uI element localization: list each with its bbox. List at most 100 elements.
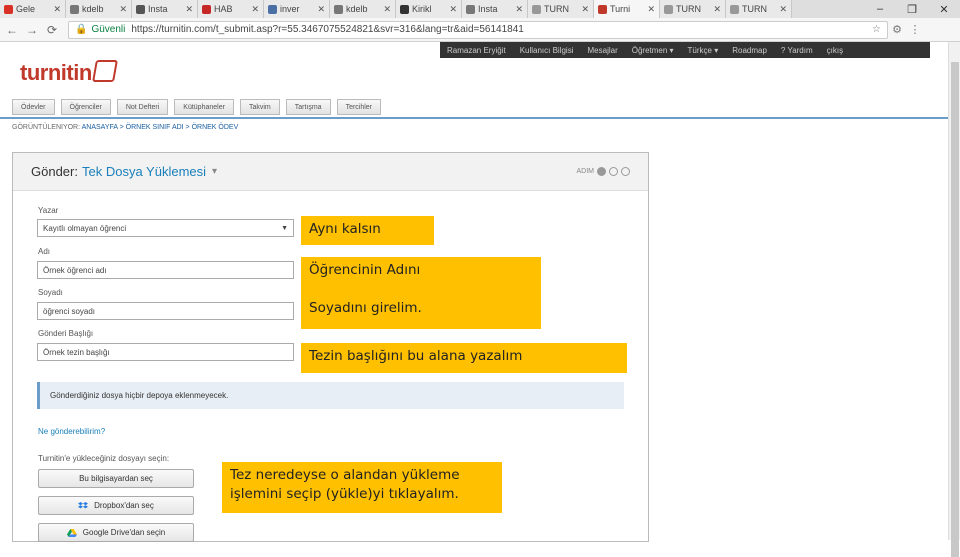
close-icon[interactable]: ✕ (928, 0, 960, 18)
browser-tab[interactable]: TURN ✕ (528, 0, 594, 18)
choose-from-computer-label: Bu bilgisayardan seç (79, 474, 153, 483)
chevron-down-icon: ▼ (281, 224, 288, 232)
author-label: Yazar (38, 206, 59, 215)
subject-label: Gönderi Başlığı (38, 329, 94, 338)
tab-close-icon[interactable]: ✕ (515, 4, 523, 15)
what-can-submit-link[interactable]: Ne gönderebilirim? (38, 427, 105, 436)
tab-favicon-icon (4, 4, 13, 14)
browser-tab[interactable]: kdelb ✕ (66, 0, 132, 18)
browser-tab[interactable]: TURN ✕ (726, 0, 792, 18)
subnav-tab[interactable]: Öğrenciler (60, 99, 111, 115)
browser-tab[interactable]: Turni ✕ (594, 0, 660, 18)
topnav-item[interactable]: ? Yardım (774, 46, 820, 55)
maximize-icon[interactable]: ❐ (896, 0, 928, 18)
lock-icon: 🔒 (75, 24, 88, 35)
scrollbar-thumb[interactable] (951, 62, 959, 557)
subnav-tab[interactable]: Ödevler (12, 99, 55, 115)
browser-tab[interactable]: Gele ✕ (0, 0, 66, 18)
author-select[interactable]: Kayıtlı olmayan öğrenci ▼ (37, 219, 294, 237)
tab-favicon-icon (202, 4, 211, 14)
panel-title-prefix: Gönder: (31, 164, 78, 179)
tab-title: Turni (610, 4, 631, 14)
topnav-item[interactable]: Mesajlar (581, 46, 625, 55)
title-dropdown-icon[interactable]: ▾ (212, 166, 217, 177)
topnav-item[interactable]: Öğretmen ▾ (625, 46, 681, 55)
tab-close-icon[interactable]: ✕ (449, 4, 457, 15)
dropbox-icon (78, 501, 89, 508)
breadcrumb-path[interactable]: ANASAYFA > ÖRNEK SINIF ADI > ÖRNEK ÖDEV (82, 124, 239, 131)
subnav-tab[interactable]: Tartışma (285, 99, 331, 115)
choose-from-dropbox-button[interactable]: Dropbox'dan seç (38, 496, 194, 515)
tab-favicon-icon (598, 4, 607, 14)
author-value: Kayıtlı olmayan öğrenci (43, 223, 127, 233)
logo-text: turnitin (20, 60, 92, 85)
panel-title[interactable]: Tek Dosya Yüklemesi (82, 164, 206, 179)
last-name-label: Soyadı (38, 288, 63, 297)
upload-label: Turnitin'e yükleceğiniz dosyayı seçin: (38, 454, 170, 463)
tab-favicon-icon (136, 4, 145, 14)
tab-title: HAB (214, 4, 233, 14)
note-student-name: Öğrencinin Adını Soyadını girelim. (301, 257, 541, 329)
window-controls: – ❐ ✕ (864, 0, 960, 18)
topnav-item[interactable]: çıkış (820, 46, 850, 55)
back-icon[interactable]: ← (4, 23, 20, 37)
last-name-field[interactable]: öğrenci soyadı (37, 302, 294, 320)
note-name-line2: Soyadını girelim. (309, 299, 422, 316)
tab-title: inver (280, 4, 300, 14)
tab-close-icon[interactable]: ✕ (581, 4, 589, 15)
note-upload: Tez neredeyse o alandan yükleme işlemini… (222, 462, 502, 513)
browser-tab[interactable]: inver ✕ (264, 0, 330, 18)
subnav-tab[interactable]: Not Defteri (116, 99, 169, 115)
tab-favicon-icon (400, 4, 409, 14)
site-top-nav: Ramazan Eryiğit Kullanıcı Bilgisi Mesajlar… (440, 42, 930, 58)
subject-field[interactable]: Örnek tezin başlığı (37, 343, 294, 361)
tab-close-icon[interactable]: ✕ (713, 4, 721, 15)
tab-close-icon[interactable]: ✕ (383, 4, 391, 15)
subnav-tab[interactable]: Tercihler (336, 99, 382, 115)
turnitin-logo[interactable]: turnitin (20, 60, 118, 86)
panel-header: Gönder: Tek Dosya Yüklemesi ▾ (13, 153, 648, 191)
tab-title: TURN (676, 4, 701, 14)
tab-title: TURN (544, 4, 569, 14)
forward-icon[interactable]: → (24, 23, 40, 37)
breadcrumb: GÖRÜNTÜLENIYOR: ANASAYFA > ÖRNEK SINIF A… (12, 124, 238, 131)
extension-icon[interactable]: ⚙ (888, 23, 906, 36)
repository-info: Gönderdiğiniz dosya hiçbir depoya eklenm… (37, 382, 624, 409)
tab-close-icon[interactable]: ✕ (185, 4, 193, 15)
tab-close-icon[interactable]: ✕ (251, 4, 259, 15)
browser-tab[interactable]: HAB ✕ (198, 0, 264, 18)
subnav-tab[interactable]: Kütüphaneler (174, 99, 234, 115)
browser-tab[interactable]: kdelb ✕ (330, 0, 396, 18)
subnav-tab[interactable]: Takvim (239, 99, 280, 115)
minimize-icon[interactable]: – (864, 0, 896, 18)
browser-tab[interactable]: Insta ✕ (462, 0, 528, 18)
choose-from-google-drive-button[interactable]: Google Drive'dan seçin (38, 523, 194, 542)
choose-from-computer-button[interactable]: Bu bilgisayardan seç (38, 469, 194, 488)
tab-close-icon[interactable]: ✕ (647, 4, 655, 15)
browser-tab[interactable]: TURN ✕ (660, 0, 726, 18)
first-name-label: Adı (38, 247, 51, 256)
menu-icon[interactable]: ⋮ (906, 23, 924, 36)
tab-close-icon[interactable]: ✕ (779, 4, 787, 15)
browser-tab[interactable]: Insta ✕ (132, 0, 198, 18)
tab-close-icon[interactable]: ✕ (53, 4, 61, 15)
page-scrollbar[interactable] (948, 42, 960, 557)
tab-title: Insta (148, 4, 168, 14)
topnav-item[interactable]: Kullanıcı Bilgisi (513, 46, 581, 55)
tab-close-icon[interactable]: ✕ (317, 4, 325, 15)
browser-tab[interactable]: Kirikl ✕ (396, 0, 462, 18)
tab-title: Kirikl (412, 4, 432, 14)
note-keep-same: Aynı kalsın (301, 216, 434, 245)
url-input[interactable]: 🔒 Güvenli https://turnitin.com/t_submit.… (68, 20, 888, 39)
topnav-item[interactable]: Türkçe ▾ (681, 46, 726, 55)
topnav-item[interactable]: Ramazan Eryiğit (440, 46, 513, 55)
step-dot-2 (609, 167, 618, 176)
bookmark-star-icon[interactable]: ☆ (872, 24, 881, 35)
first-name-field[interactable]: Örnek öğrenci adı (37, 261, 294, 279)
reload-icon[interactable]: ⟳ (44, 23, 60, 37)
tab-title: Gele (16, 4, 36, 14)
tab-close-icon[interactable]: ✕ (119, 4, 127, 15)
header-divider (0, 117, 948, 119)
topnav-item[interactable]: Roadmap (725, 46, 774, 55)
logo-mark-icon (91, 60, 118, 82)
